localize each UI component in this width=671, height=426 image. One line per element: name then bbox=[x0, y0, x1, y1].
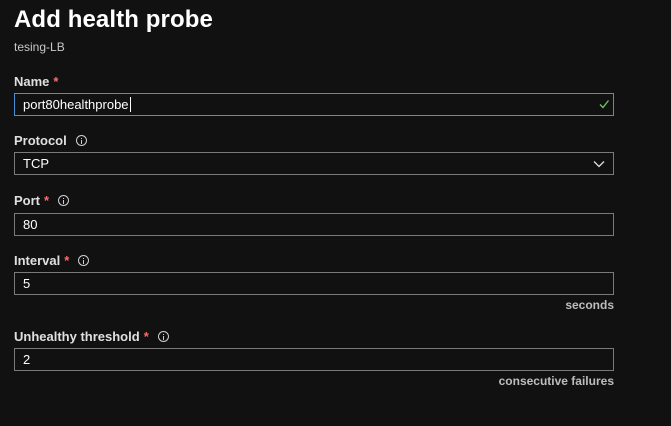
interval-unit: seconds bbox=[565, 298, 614, 312]
interval-required-mark: * bbox=[64, 252, 70, 268]
unhealthy-threshold-info-icon[interactable] bbox=[157, 330, 169, 342]
unhealthy-threshold-required-mark: * bbox=[143, 328, 149, 344]
unhealthy-threshold-input-value: 2 bbox=[23, 352, 31, 367]
protocol-info-icon[interactable] bbox=[75, 134, 87, 146]
port-info-icon[interactable] bbox=[58, 194, 70, 206]
unhealthy-threshold-label-text: Unhealthy threshold bbox=[14, 328, 140, 344]
interval-input[interactable]: 5 bbox=[14, 272, 614, 295]
port-required-mark: * bbox=[44, 192, 50, 208]
unhealthy-threshold-unit: consecutive failures bbox=[498, 374, 614, 388]
interval-label-text: Interval bbox=[14, 252, 61, 268]
name-label-text: Name bbox=[14, 73, 50, 89]
unhealthy-threshold-label: Unhealthy threshold * bbox=[14, 328, 169, 344]
interval-label: Interval * bbox=[14, 252, 90, 268]
port-label-text: Port bbox=[14, 192, 40, 208]
name-label: Name * bbox=[14, 73, 58, 89]
name-input[interactable]: port80healthprobe bbox=[14, 93, 614, 116]
interval-input-value: 5 bbox=[23, 276, 31, 291]
text-cursor bbox=[129, 97, 131, 112]
unhealthy-threshold-input[interactable]: 2 bbox=[14, 348, 614, 371]
protocol-label: Protocol bbox=[14, 132, 87, 148]
name-input-value: port80healthprobe bbox=[23, 97, 129, 112]
page-title: Add health probe bbox=[14, 6, 213, 33]
page-subtitle: tesing-LB bbox=[14, 40, 65, 54]
port-input-value: 80 bbox=[23, 217, 38, 232]
check-icon bbox=[599, 100, 609, 109]
interval-info-icon[interactable] bbox=[78, 254, 90, 266]
add-health-probe-panel: Add health probe tesing-LB Name * port80… bbox=[0, 0, 671, 426]
protocol-selected-value: TCP bbox=[23, 156, 49, 171]
protocol-select[interactable]: TCP bbox=[14, 152, 614, 175]
protocol-label-text: Protocol bbox=[14, 132, 67, 148]
name-required-mark: * bbox=[53, 73, 59, 89]
chevron-down-icon bbox=[593, 161, 605, 168]
port-input[interactable]: 80 bbox=[14, 213, 614, 236]
port-label: Port * bbox=[14, 192, 70, 208]
